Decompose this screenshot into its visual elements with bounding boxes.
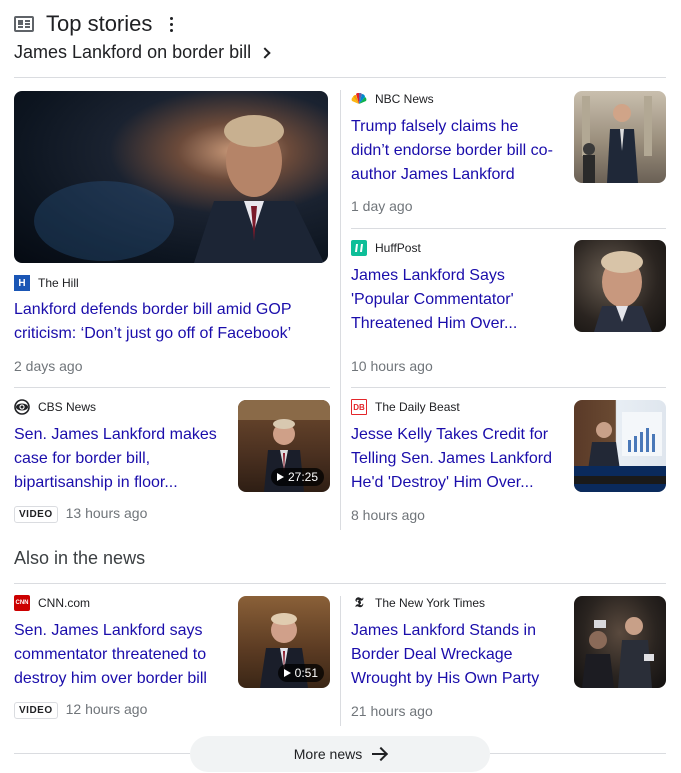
divider <box>14 77 666 78</box>
cbs-eye-icon <box>14 399 30 415</box>
play-icon <box>283 669 291 677</box>
video-thumbnail[interactable]: 27:25 <box>238 400 330 492</box>
video-thumbnail[interactable]: 0:51 <box>238 596 330 688</box>
story-meta: VIDEO 12 hours ago <box>14 701 147 719</box>
story-source: 𝕿 The New York Times <box>351 595 485 611</box>
story-source: HuffPost <box>351 240 421 256</box>
video-thumbnail[interactable] <box>574 400 666 492</box>
column-divider <box>340 596 341 726</box>
divider <box>490 753 666 754</box>
nbc-peacock-icon <box>351 91 367 107</box>
divider <box>351 228 666 229</box>
story-thumbnail[interactable] <box>574 596 666 688</box>
photo-graphic <box>594 251 652 332</box>
story-meta: VIDEO 13 hours ago <box>14 505 147 523</box>
story-headline[interactable]: Sen. James Lankford says commentator thr… <box>14 619 229 691</box>
divider <box>14 387 330 388</box>
story-time: 2 days ago <box>14 358 83 374</box>
story-headline[interactable]: James Lankford Stands in Border Deal Wre… <box>351 619 566 691</box>
story-time: 10 hours ago <box>351 358 433 374</box>
story-time: 1 day ago <box>351 198 413 214</box>
topic-label: James Lankford on border bill <box>14 42 252 62</box>
top-stories-header: Top stories <box>14 10 174 38</box>
more-news-label: More news <box>293 746 363 762</box>
column-divider <box>340 90 341 530</box>
video-duration: 27:25 <box>270 468 324 486</box>
cnn-logo-icon: CNN <box>14 595 30 611</box>
source-name: NBC News <box>375 92 434 106</box>
photo-graphic <box>574 412 666 492</box>
story-headline[interactable]: James Lankford Says 'Popular Commentator… <box>351 264 561 336</box>
video-badge: VIDEO <box>14 505 58 523</box>
story-headline[interactable]: Jesse Kelly Takes Credit for Telling Sen… <box>351 423 566 495</box>
divider <box>14 583 666 584</box>
newspaper-icon <box>14 16 34 32</box>
story-thumbnail[interactable] <box>574 91 666 183</box>
story-time: 8 hours ago <box>351 507 425 523</box>
photo-graphic <box>34 115 324 263</box>
story-headline[interactable]: Trump falsely claims he didn’t endorse b… <box>351 115 561 187</box>
story-source: CNN CNN.com <box>14 595 90 611</box>
story-time: 12 hours ago <box>65 701 148 717</box>
story-image[interactable] <box>14 91 328 263</box>
chevron-right-icon <box>259 47 271 59</box>
daily-beast-logo-icon: DB <box>351 399 367 415</box>
source-name: CBS News <box>38 400 97 414</box>
story-source: CBS News <box>14 399 96 415</box>
story-source: NBC News <box>351 91 434 107</box>
source-name: The Hill <box>38 276 79 290</box>
source-name: HuffPost <box>375 241 421 255</box>
topic-link[interactable]: James Lankford on border bill <box>14 42 271 63</box>
video-duration: 0:51 <box>277 664 324 682</box>
source-name: CNN.com <box>38 596 91 610</box>
section-title: Top stories <box>46 11 153 36</box>
divider <box>14 753 190 754</box>
arrow-right-icon <box>372 753 387 755</box>
huffpost-logo-icon <box>351 240 367 256</box>
story-headline[interactable]: Lankford defends border bill amid GOP cr… <box>14 298 324 346</box>
divider <box>351 387 666 388</box>
the-hill-logo-icon: H <box>14 275 30 291</box>
play-icon <box>276 473 284 481</box>
story-time: 21 hours ago <box>351 703 433 719</box>
photo-graphic <box>582 96 652 183</box>
more-news-button[interactable]: More news <box>190 736 490 772</box>
photo-graphic <box>582 617 654 688</box>
source-name: The Daily Beast <box>375 400 460 414</box>
more-options-icon[interactable] <box>170 16 174 32</box>
story-source: DB The Daily Beast <box>351 399 460 415</box>
nyt-logo-icon: 𝕿 <box>354 595 364 611</box>
also-in-news-title: Also in the news <box>14 548 146 568</box>
source-name: The New York Times <box>375 596 486 610</box>
story-source: H The Hill <box>14 275 79 291</box>
story-time: 13 hours ago <box>65 505 148 521</box>
story-thumbnail[interactable] <box>574 240 666 332</box>
story-headline[interactable]: Sen. James Lankford makes case for borde… <box>14 423 229 495</box>
video-badge: VIDEO <box>14 701 58 719</box>
